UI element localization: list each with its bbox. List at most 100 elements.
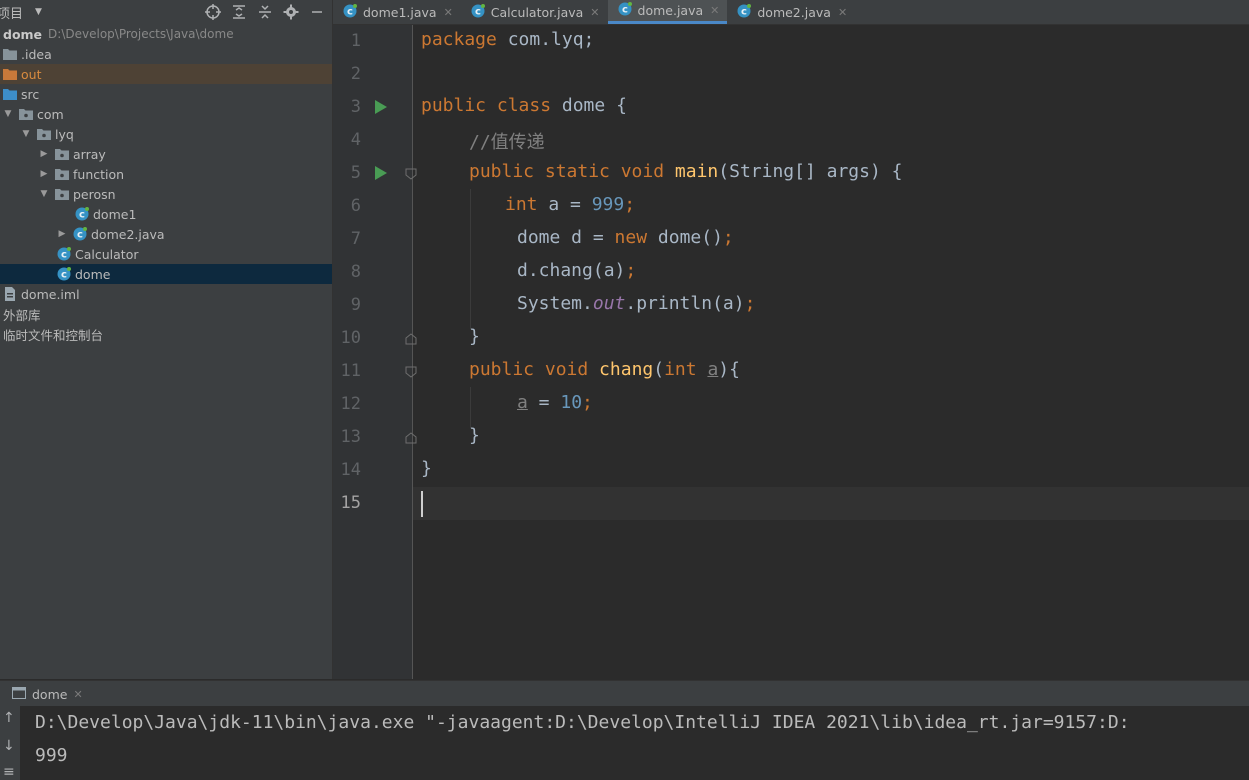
tab-dome2-java[interactable]: c dome2.java ✕: [727, 0, 855, 24]
svg-text:c: c: [347, 6, 353, 17]
collapse-all-icon[interactable]: [256, 3, 274, 21]
close-icon[interactable]: ✕: [444, 6, 453, 19]
line-number: 9: [350, 295, 361, 315]
package-icon: [55, 167, 69, 181]
tab-label: dome1.java: [363, 4, 437, 20]
chevron-right-icon[interactable]: ▶: [39, 149, 49, 159]
current-line-highlight: [413, 487, 1249, 520]
locate-icon[interactable]: [204, 3, 222, 21]
tab-calculator-java[interactable]: c Calculator.java ✕: [461, 0, 608, 24]
close-icon[interactable]: ✕: [710, 4, 719, 17]
code-text: }: [469, 425, 480, 446]
code-text: a =: [537, 194, 592, 215]
tree-item-label: dome: [75, 266, 111, 282]
keyword: new: [614, 227, 648, 248]
run-class-icon[interactable]: [375, 100, 387, 114]
code-editor[interactable]: 1 2 3 4 5 6 7 8 9 10 11 12 13 14 15 pack…: [333, 25, 1249, 679]
svg-text:c: c: [622, 5, 628, 16]
close-icon[interactable]: ✕: [590, 6, 599, 19]
keyword: package: [421, 29, 497, 50]
tree-item-label: array: [73, 146, 106, 162]
gear-icon[interactable]: [282, 3, 300, 21]
tree-item-function[interactable]: ▶ function: [0, 164, 332, 184]
package-icon: [19, 107, 33, 121]
text-caret: [421, 491, 423, 517]
run-sidebar: ↑ ↓ ≡: [0, 706, 20, 780]
tree-item-lyq[interactable]: ▼ lyq: [0, 124, 332, 144]
package-icon: [55, 147, 69, 161]
tree-item-label: dome.iml: [21, 286, 80, 302]
tree-item-idea[interactable]: .idea: [0, 44, 332, 64]
run-config-icon: [12, 686, 26, 702]
tree-item-dome[interactable]: c dome: [0, 264, 332, 284]
tree-item-perosn[interactable]: ▼ perosn: [0, 184, 332, 204]
wrap-icon[interactable]: ≡: [3, 764, 15, 780]
close-icon[interactable]: ✕: [838, 6, 847, 19]
code-line-10: }: [469, 326, 480, 347]
line-number: 2: [350, 64, 361, 84]
chevron-right-icon[interactable]: ▶: [39, 169, 49, 179]
tree-item-external-libraries[interactable]: 外部库: [0, 304, 332, 324]
arrow-down-icon[interactable]: ↓: [3, 738, 15, 754]
fold-icon[interactable]: [405, 366, 417, 378]
tree-item-dome1[interactable]: c dome1: [0, 204, 332, 224]
tree-item-dome2-java[interactable]: ▶ c dome2.java: [0, 224, 332, 244]
tree-item-calculator[interactable]: c Calculator: [0, 244, 332, 264]
code-text: (String[] args) {: [718, 161, 903, 182]
tab-dome-java[interactable]: c dome.java ✕: [607, 0, 728, 24]
chevron-down-icon[interactable]: ▼: [39, 189, 49, 199]
keyword: public void: [469, 359, 589, 380]
tree-item-label: src: [21, 86, 40, 102]
tab-label: dome.java: [637, 3, 704, 18]
keyword: public static void: [469, 161, 665, 182]
expand-all-icon[interactable]: [230, 3, 248, 21]
tree-item-src[interactable]: src: [0, 84, 332, 104]
chevron-down-icon[interactable]: ▼: [35, 7, 42, 17]
run-tab[interactable]: dome ✕: [12, 686, 83, 702]
arrow-up-icon[interactable]: ↑: [3, 710, 15, 726]
line-number: 15: [340, 493, 361, 513]
fold-icon[interactable]: [405, 168, 417, 180]
tree-item-out[interactable]: out: [0, 64, 332, 84]
svg-text:c: c: [79, 210, 85, 221]
tree-item-label: perosn: [73, 186, 116, 202]
line-number: 12: [340, 394, 361, 414]
tab-dome1-java[interactable]: c dome1.java ✕: [333, 0, 461, 24]
chevron-down-icon[interactable]: ▼: [3, 109, 13, 119]
fold-end-icon[interactable]: [405, 432, 417, 444]
code-line-13: }: [469, 425, 480, 446]
tree-item-dome-module[interactable]: dome D:\Develop\Projects\Java\dome: [0, 24, 332, 44]
tree-item-array[interactable]: ▶ array: [0, 144, 332, 164]
line-number: 14: [340, 460, 361, 480]
run-console[interactable]: ↑ ↓ ≡ D:\Develop\Java\jdk-11\bin\java.ex…: [0, 706, 1249, 780]
java-class-icon: c: [73, 227, 87, 241]
run-main-icon[interactable]: [375, 166, 387, 180]
tree-item-label: com: [37, 106, 64, 122]
code-text: dome(): [647, 227, 723, 248]
line-number: 4: [350, 130, 361, 150]
run-tab-label: dome: [32, 686, 68, 702]
semicolon: ;: [624, 194, 636, 215]
tab-label: Calculator.java: [490, 4, 584, 20]
minimize-icon[interactable]: [308, 3, 326, 21]
java-class-icon: c: [737, 3, 752, 21]
close-icon[interactable]: ✕: [73, 688, 82, 701]
line-number: 10: [340, 328, 361, 348]
code-text: ){: [718, 359, 740, 380]
tree-item-dome-iml[interactable]: dome.iml: [0, 284, 332, 304]
indent-guide: [470, 189, 471, 329]
chevron-down-icon[interactable]: ▼: [21, 129, 31, 139]
tree-item-scratches[interactable]: 临时文件和控制台: [0, 324, 332, 344]
java-class-icon: c: [57, 267, 71, 281]
tree-item-com[interactable]: ▼ com: [0, 104, 332, 124]
keyword: int: [505, 194, 538, 215]
code-text: d.chang(a): [517, 260, 626, 281]
project-panel-title[interactable]: 项目: [0, 3, 23, 22]
code-text: }: [469, 326, 480, 347]
tree-item-label: lyq: [55, 126, 74, 142]
chevron-right-icon[interactable]: ▶: [57, 229, 67, 239]
package-icon: [55, 187, 69, 201]
fold-end-icon[interactable]: [405, 333, 417, 345]
number-literal: 10: [560, 392, 583, 413]
